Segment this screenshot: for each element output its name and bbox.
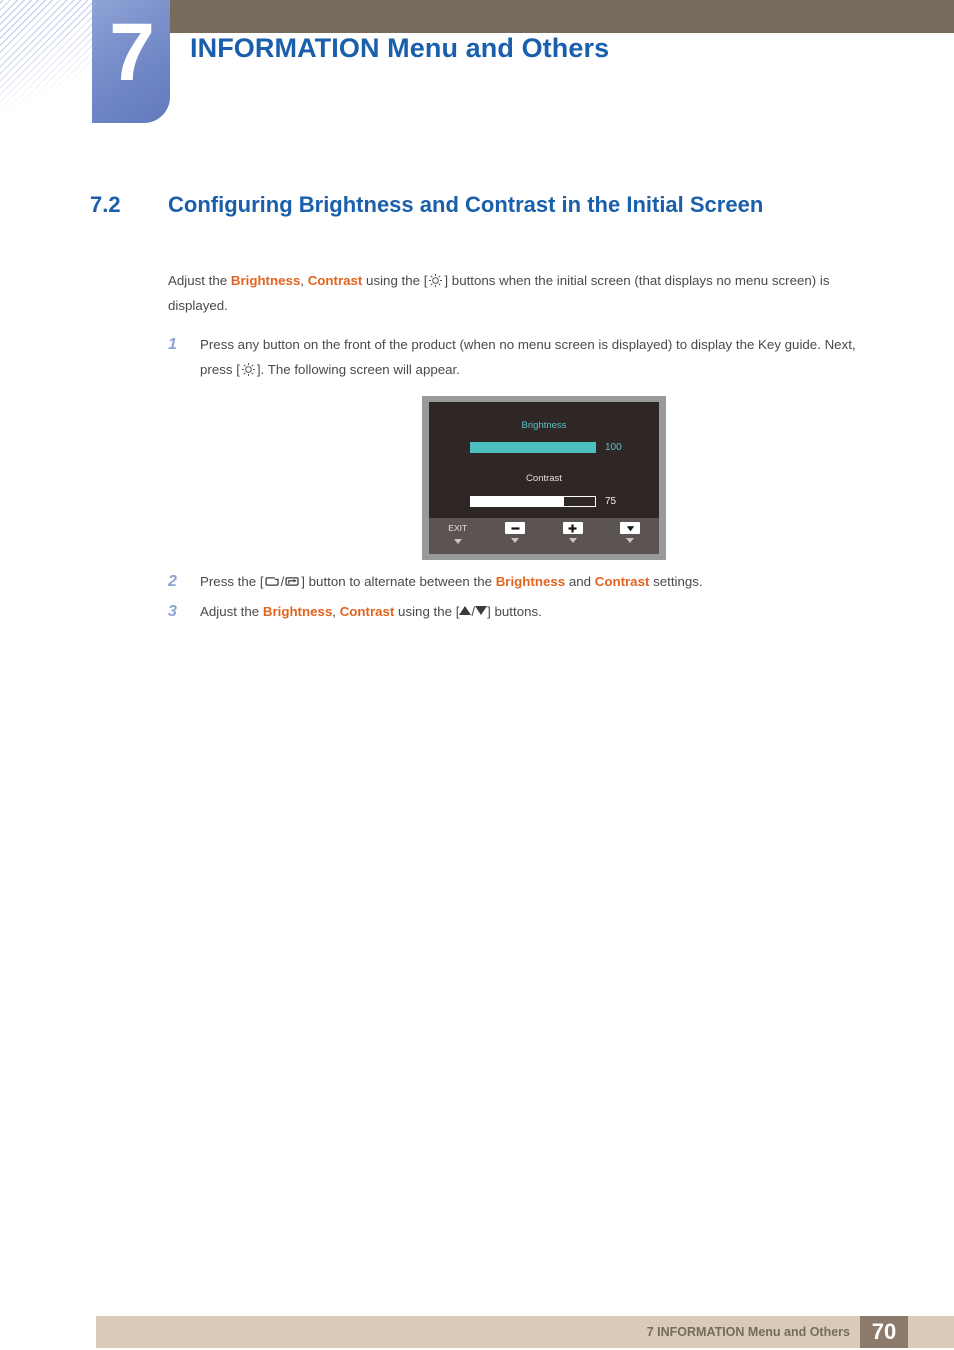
osd-screenshot-figure: Brightness 100 Contrast 75 EXIT xyxy=(422,396,666,560)
step-2-contrast-keyword: Contrast xyxy=(594,574,650,589)
footer-chapter-text: 7 INFORMATION Menu and Others xyxy=(646,1325,850,1339)
arrow-up-icon xyxy=(459,606,472,615)
step-3-number: 3 xyxy=(168,603,177,620)
step-2-text-2: ] button to alternate between the xyxy=(301,574,496,589)
osd-down-tick-icon xyxy=(626,538,635,543)
step-3-contrast-keyword: Contrast xyxy=(339,604,395,619)
enter-icon xyxy=(285,576,300,587)
page-number: 70 xyxy=(860,1316,908,1348)
step-3-text: Adjust the Brightness, Contrast using th… xyxy=(200,599,886,624)
section-heading: 7.2 Configuring Brightness and Contrast … xyxy=(90,192,910,218)
chapter-number-badge: 7 xyxy=(92,0,170,123)
osd-minus-button[interactable] xyxy=(487,522,545,543)
step-2-brightness-keyword: Brightness xyxy=(495,574,566,589)
chapter-header: 7 INFORMATION Menu and Others xyxy=(0,0,954,140)
section-title: Configuring Brightness and Contrast in t… xyxy=(168,192,764,217)
osd-exit-label: EXIT xyxy=(448,523,468,533)
step-2-text-4: settings. xyxy=(649,574,703,589)
step-3-text-4: ] buttons. xyxy=(487,604,542,619)
osd-brightness-slider-fill xyxy=(470,442,596,453)
osd-brightness-row: 100 xyxy=(429,442,659,453)
osd-down-button[interactable] xyxy=(602,522,660,543)
osd-screen: Brightness 100 Contrast 75 EXIT xyxy=(429,402,659,554)
step-3-brightness-keyword: Brightness xyxy=(262,604,333,619)
brightness-sun-icon xyxy=(241,362,256,377)
step-2-text-1: Press the [ xyxy=(200,574,264,589)
osd-button-bar: EXIT xyxy=(429,518,659,554)
step-3-text-1: Adjust the xyxy=(200,604,263,619)
osd-contrast-label: Contrast xyxy=(526,473,562,484)
intro-text-2: , xyxy=(300,273,308,288)
intro-text-3: using the [ xyxy=(362,273,428,288)
osd-contrast-value: 75 xyxy=(605,496,617,507)
step-1-text: Press any button on the front of the pro… xyxy=(200,332,886,382)
decorative-hatch-pattern xyxy=(0,0,96,120)
step-1-text-2: ]. The following screen will appear. xyxy=(256,362,460,377)
step-2: 2 Press the [ / ] button to alternate betw… xyxy=(168,569,886,594)
section-number: 7.2 xyxy=(90,192,121,217)
osd-exit-button[interactable]: EXIT xyxy=(429,522,487,544)
minus-icon xyxy=(505,522,526,534)
osd-plus-button[interactable] xyxy=(544,522,602,543)
plus-icon xyxy=(562,522,583,534)
step-2-number: 2 xyxy=(168,573,177,590)
step-2-text-3: and xyxy=(565,574,595,589)
osd-brightness-value: 100 xyxy=(605,442,622,453)
step-1: 1 Press any button on the front of the p… xyxy=(168,332,886,382)
page-footer: 7 INFORMATION Menu and Others 70 xyxy=(96,1316,954,1348)
header-brown-bar xyxy=(170,0,954,33)
step-2-separator: / xyxy=(280,574,285,589)
intro-paragraph: Adjust the Brightness, Contrast using th… xyxy=(168,268,883,318)
chapter-title: INFORMATION Menu and Others xyxy=(190,33,610,63)
menu-back-icon xyxy=(265,576,280,587)
step-2-text: Press the [ / ] button to alternate betwee… xyxy=(200,569,886,594)
osd-contrast-slider-fill xyxy=(471,497,564,506)
step-3-text-2: , xyxy=(332,604,340,619)
osd-brightness-slider[interactable] xyxy=(470,442,596,453)
step-3-text-3: using the [ xyxy=(394,604,460,619)
osd-exit-tick-icon xyxy=(453,539,462,544)
osd-brightness-label: Brightness xyxy=(521,420,567,431)
intro-text-1: Adjust the xyxy=(168,273,231,288)
down-arrow-icon xyxy=(620,522,641,534)
intro-brightness-keyword: Brightness xyxy=(230,273,301,288)
osd-main-area: Brightness 100 Contrast 75 xyxy=(429,402,659,518)
arrow-down-icon xyxy=(475,606,488,615)
step-3: 3 Adjust the Brightness, Contrast using … xyxy=(168,599,886,624)
step-1-number: 1 xyxy=(168,336,177,353)
osd-minus-tick-icon xyxy=(511,538,520,543)
osd-plus-tick-icon xyxy=(568,538,577,543)
brightness-sun-icon xyxy=(428,273,443,288)
intro-contrast-keyword: Contrast xyxy=(307,273,363,288)
osd-contrast-row: 75 xyxy=(429,496,659,507)
osd-contrast-slider[interactable] xyxy=(470,496,596,507)
